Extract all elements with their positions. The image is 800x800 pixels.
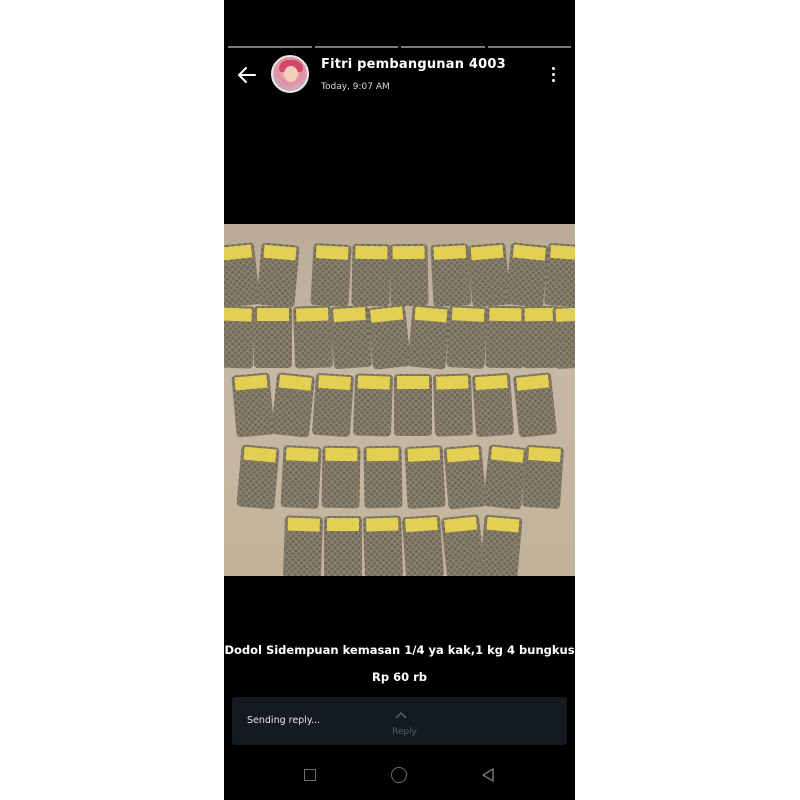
avatar[interactable]: [271, 55, 309, 93]
user-name[interactable]: Fitri pembangunan 4003: [321, 57, 506, 72]
avatar-face: [284, 66, 298, 82]
dodol-packet: [430, 243, 472, 307]
dodol-packet: [522, 445, 564, 509]
story-photo: [224, 224, 575, 576]
dodol-packet: [402, 515, 444, 576]
dodol-packet: [310, 243, 352, 307]
caption-price: Rp 60 rb: [371, 670, 427, 684]
kebab-menu-icon[interactable]: [552, 67, 556, 82]
dodol-packet: [312, 373, 354, 437]
story-progress-bar: [228, 46, 571, 48]
progress-segment: [314, 46, 398, 48]
dodol-packet: [407, 304, 451, 370]
dodol-packet: [280, 445, 322, 509]
dodol-packet: [472, 373, 514, 437]
dodol-packet: [363, 515, 403, 576]
chevron-up-icon[interactable]: [394, 710, 408, 720]
dodol-packet: [513, 372, 557, 438]
dodol-packet: [544, 243, 575, 307]
progress-segment: [487, 46, 571, 48]
dodol-packet: [367, 304, 411, 370]
dodol-packet: [224, 242, 260, 308]
dodol-packet: [256, 242, 300, 308]
dodol-packet: [224, 305, 255, 369]
dodol-packet: [231, 372, 275, 438]
square-icon[interactable]: [304, 769, 316, 781]
dodol-packet: [552, 305, 575, 369]
dodol-packet: [441, 514, 485, 576]
dodol-packet: [283, 515, 323, 576]
dodol-packet: [293, 305, 333, 369]
circle-icon[interactable]: [391, 767, 407, 783]
progress-segment: [228, 46, 312, 48]
story-timestamp: Today, 9:07 AM: [321, 82, 390, 92]
dodol-packet: [433, 373, 473, 437]
reply-status: Sending reply...: [247, 715, 321, 726]
reply-bar[interactable]: Sending reply... Reply: [232, 697, 567, 745]
dodol-packet: [485, 305, 525, 369]
progress-segment: [401, 46, 485, 48]
dodol-packet: [330, 305, 372, 369]
dodol-packet: [446, 305, 488, 369]
dodol-packet: [479, 514, 523, 576]
story-viewer: Fitri pembangunan 4003 Today, 9:07 AM Do…: [224, 0, 575, 800]
system-nav-bar: [224, 760, 575, 794]
dodol-packet: [321, 445, 361, 509]
dodol-packet: [236, 444, 280, 510]
dodol-packet: [394, 374, 432, 436]
dodol-packet: [505, 242, 549, 308]
dodol-packet: [254, 306, 292, 368]
arrow-left-icon[interactable]: [236, 64, 258, 86]
dodol-packet: [271, 372, 315, 438]
dodol-packet: [389, 243, 429, 307]
dodol-packet: [483, 444, 527, 510]
dodol-packet: [363, 445, 403, 509]
dodol-packet: [467, 242, 511, 308]
dodol-packet: [353, 373, 393, 437]
reply-button[interactable]: Reply: [392, 727, 417, 737]
dodol-packet: [404, 445, 446, 509]
triangle-back-icon[interactable]: [480, 767, 496, 783]
dodol-packet: [351, 243, 391, 307]
dodol-packet: [443, 444, 487, 510]
dodol-packet: [324, 516, 362, 576]
product-photo-dodol-packages: [224, 242, 575, 576]
caption-line-1: Dodol Sidempuan kemasan 1/4 ya kak,1 kg …: [224, 643, 575, 657]
